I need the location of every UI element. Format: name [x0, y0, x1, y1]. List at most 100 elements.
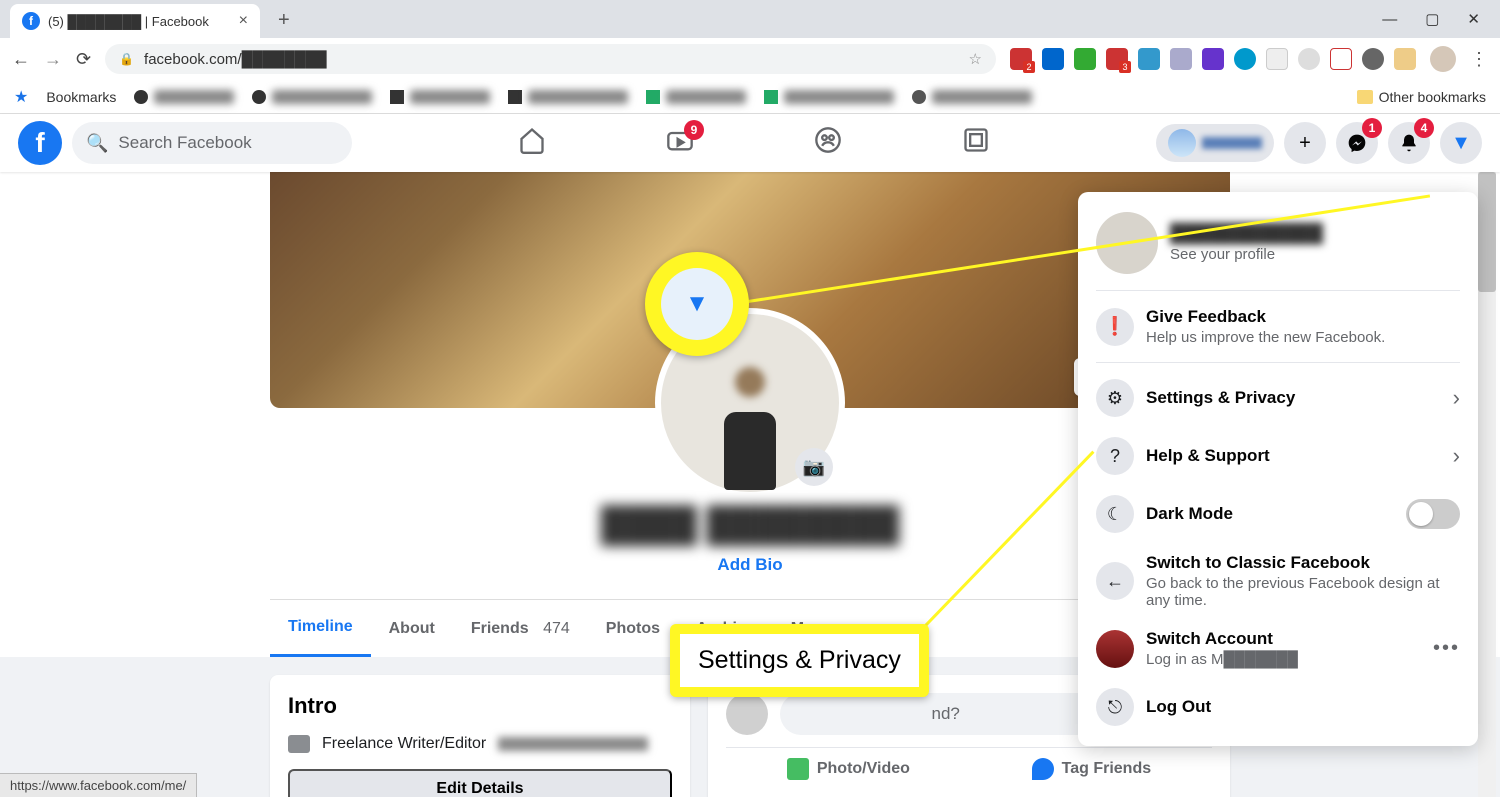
notifications-badge: 4 — [1414, 118, 1434, 138]
tab-title: (5) ████████ | Facebook — [48, 14, 209, 29]
camera-icon[interactable]: 📷 — [795, 448, 833, 486]
bookmark-item[interactable] — [764, 90, 894, 104]
notifications-button[interactable]: 4 — [1388, 122, 1430, 164]
browser-tab[interactable]: f (5) ████████ | Facebook × — [10, 4, 260, 38]
chevron-right-icon: › — [1453, 443, 1460, 469]
dd-help-support[interactable]: ? Help & Support › — [1086, 427, 1470, 485]
profile-chip[interactable] — [1156, 124, 1274, 162]
create-button[interactable]: + — [1284, 122, 1326, 164]
dd-settings-privacy[interactable]: ⚙ Settings & Privacy › — [1086, 369, 1470, 427]
extension-icon[interactable]: 2 — [1010, 48, 1032, 70]
maximize-icon[interactable]: ▢ — [1425, 10, 1439, 28]
briefcase-icon — [288, 735, 310, 753]
bookmark-item[interactable] — [134, 90, 234, 104]
search-placeholder: Search Facebook — [118, 133, 251, 153]
bookmark-star-icon[interactable]: ★ — [14, 87, 28, 107]
tag-friends-icon — [1032, 758, 1054, 780]
gaming-icon[interactable] — [952, 126, 1000, 161]
avatar-icon — [1096, 630, 1134, 668]
intro-title: Intro — [288, 693, 672, 719]
extension-icon[interactable] — [1362, 48, 1384, 70]
forward-button[interactable]: → — [44, 49, 62, 70]
home-icon[interactable] — [508, 126, 556, 161]
watch-badge: 9 — [684, 120, 704, 140]
facebook-header: f 🔍 Search Facebook 9 + 1 4 — [0, 114, 1500, 172]
divider — [1096, 290, 1460, 291]
photo-video-icon — [787, 758, 809, 780]
browser-toolbar: ← → ⟳ 🔒 facebook.com/████████ ☆ 2 3 ⋮ — [0, 38, 1500, 80]
messenger-button[interactable]: 1 — [1336, 122, 1378, 164]
annotation-settings-callout: Settings & Privacy — [670, 624, 929, 697]
back-button[interactable]: ← — [12, 49, 30, 70]
extension-icon[interactable] — [1298, 48, 1320, 70]
bookmark-item[interactable] — [646, 90, 746, 104]
photo-video-button[interactable]: Photo/Video — [787, 758, 910, 780]
tab-about[interactable]: About — [371, 600, 453, 657]
account-dropdown-menu: ████████████ See your profile ❗ Give Fee… — [1078, 192, 1478, 746]
tab-friends[interactable]: Friends 474 — [453, 600, 588, 657]
profile-name-blur — [1202, 137, 1262, 149]
extension-icon[interactable] — [1234, 48, 1256, 70]
other-bookmarks-folder[interactable]: Other bookmarks — [1357, 89, 1486, 105]
extension-icon[interactable] — [1394, 48, 1416, 70]
search-icon: 🔍 — [86, 133, 108, 154]
extension-icon[interactable] — [1330, 48, 1352, 70]
intro-card: Intro Freelance Writer/Editor Edit Detai… — [270, 675, 690, 797]
feedback-icon: ❗ — [1096, 308, 1134, 346]
dd-switch-classic[interactable]: ← Switch to Classic Facebook Go back to … — [1086, 543, 1470, 619]
bookmark-item[interactable] — [252, 90, 372, 104]
back-arrow-icon: ← — [1096, 562, 1134, 600]
groups-icon[interactable] — [804, 126, 852, 161]
help-icon: ? — [1096, 437, 1134, 475]
edit-details-button[interactable]: Edit Details — [288, 769, 672, 797]
tag-friends-button[interactable]: Tag Friends — [1032, 758, 1152, 780]
extension-icon[interactable] — [1202, 48, 1224, 70]
extension-icon[interactable] — [1138, 48, 1160, 70]
header-right: + 1 4 ▼ — [1156, 122, 1482, 164]
close-window-icon[interactable]: ✕ — [1467, 10, 1480, 28]
facebook-logo[interactable]: f — [18, 121, 62, 165]
center-nav: 9 — [352, 126, 1156, 161]
intro-work-line: Freelance Writer/Editor — [288, 735, 672, 753]
bookmark-item[interactable] — [912, 90, 1032, 104]
watch-icon[interactable]: 9 — [656, 126, 704, 161]
dd-give-feedback[interactable]: ❗ Give Feedback Help us improve the new … — [1086, 297, 1470, 356]
extension-icon[interactable] — [1042, 48, 1064, 70]
dd-switch-account[interactable]: Switch Account Log in as M███████ ••• — [1086, 619, 1470, 678]
search-input[interactable]: 🔍 Search Facebook — [72, 122, 352, 164]
close-tab-icon[interactable]: × — [239, 12, 248, 30]
minimize-icon[interactable]: — — [1382, 11, 1397, 28]
account-dropdown-button[interactable]: ▼ — [1440, 122, 1482, 164]
star-icon[interactable]: ☆ — [969, 50, 982, 68]
dark-mode-toggle[interactable] — [1406, 499, 1460, 529]
profile-name: ████ ████████ — [601, 506, 900, 545]
moon-icon: ☾ — [1096, 495, 1134, 533]
dd-dark-mode[interactable]: ☾ Dark Mode — [1086, 485, 1470, 543]
chevron-right-icon: › — [1453, 385, 1460, 411]
tab-timeline[interactable]: Timeline — [270, 600, 371, 657]
bookmark-item[interactable] — [508, 90, 628, 104]
logout-icon: ⎋ — [1096, 688, 1134, 726]
chrome-menu-icon[interactable]: ⋮ — [1470, 49, 1488, 70]
dd-log-out[interactable]: ⎋ Log Out — [1086, 678, 1470, 736]
extension-icon[interactable] — [1074, 48, 1096, 70]
dd-see-profile[interactable]: ████████████ See your profile — [1086, 202, 1470, 284]
address-bar[interactable]: 🔒 facebook.com/████████ ☆ — [105, 44, 996, 74]
extension-icon[interactable]: 3 — [1106, 48, 1128, 70]
bookmark-item[interactable] — [390, 90, 490, 104]
chrome-profile-avatar[interactable] — [1430, 46, 1456, 72]
bookmarks-label[interactable]: Bookmarks — [46, 89, 116, 105]
browser-chrome: f (5) ████████ | Facebook × + — ▢ ✕ ← → … — [0, 0, 1500, 114]
inner-scrollbar[interactable] — [1478, 172, 1496, 797]
folder-icon — [1357, 90, 1373, 104]
bookmarks-bar: ★ Bookmarks Other bookmarks — [0, 80, 1500, 114]
new-tab-button[interactable]: + — [268, 3, 300, 38]
tab-photos[interactable]: Photos — [588, 600, 678, 657]
more-icon[interactable]: ••• — [1433, 637, 1460, 660]
window-controls: — ▢ ✕ — [1382, 0, 1500, 38]
messenger-badge: 1 — [1362, 118, 1382, 138]
extension-icon[interactable] — [1170, 48, 1192, 70]
extension-icon[interactable] — [1266, 48, 1288, 70]
reload-button[interactable]: ⟳ — [76, 49, 91, 70]
annotation-caret-callout: ▼ — [645, 252, 749, 356]
